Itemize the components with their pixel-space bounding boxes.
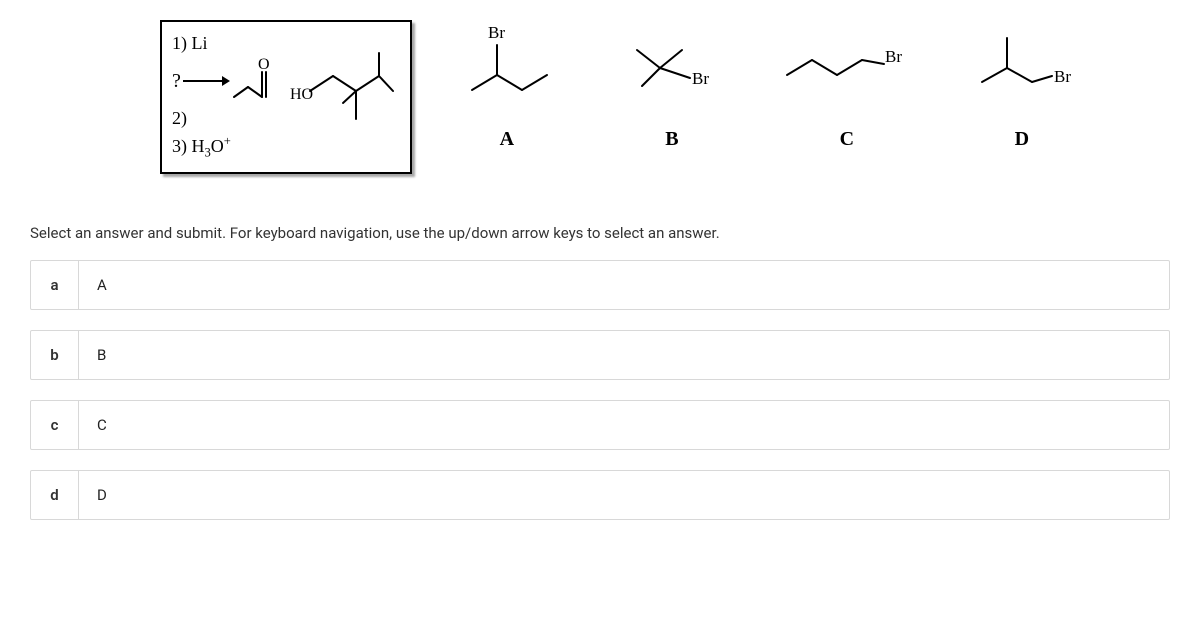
step1-label: 1) Li: [172, 30, 222, 57]
product-structure-icon: HO: [288, 41, 398, 151]
unknown-marker: ?: [172, 66, 181, 96]
answer-label: D: [79, 471, 107, 519]
structure-D-label: D: [1015, 128, 1029, 151]
structure-D: Br D: [952, 20, 1092, 151]
svg-text:Br: Br: [488, 23, 505, 42]
svg-text:O: O: [258, 57, 270, 73]
structure-A-label: A: [500, 128, 514, 151]
answer-label: C: [79, 401, 107, 449]
answer-key: d: [31, 471, 79, 519]
ho-label: HO: [290, 86, 313, 103]
answer-option-d[interactable]: d D: [30, 470, 1170, 520]
structure-B-icon: Br: [602, 20, 742, 120]
answer-option-a[interactable]: a A: [30, 260, 1170, 310]
structure-A-icon: Br: [442, 20, 572, 120]
answer-key: b: [31, 331, 79, 379]
step2-prefix: 2): [172, 108, 187, 128]
structure-A: Br A: [442, 20, 572, 151]
answer-option-c[interactable]: c C: [30, 400, 1170, 450]
structure-C: Br C: [772, 20, 922, 151]
structure-B-label: B: [665, 128, 678, 151]
structure-B: Br B: [602, 20, 742, 151]
svg-text:Br: Br: [885, 47, 902, 66]
instructions-text: Select an answer and submit. For keyboar…: [30, 224, 1170, 242]
reaction-box: 1) Li ? O: [160, 20, 412, 174]
svg-text:Br: Br: [1054, 67, 1071, 86]
reaction-steps: 1) Li ? O: [172, 30, 280, 162]
structure-D-icon: Br: [952, 20, 1092, 120]
question-diagram-row: 1) Li ? O: [160, 20, 1170, 174]
answer-key: c: [31, 401, 79, 449]
answer-key: a: [31, 261, 79, 309]
answer-list: a A b B c C d D: [30, 260, 1170, 520]
structure-C-icon: Br: [772, 20, 922, 120]
svg-text:Br: Br: [692, 69, 709, 88]
propanal-structure-icon: O: [230, 57, 280, 105]
step3-label: 3) H3O+: [172, 132, 280, 162]
answer-label: A: [79, 261, 107, 309]
reaction-arrow-icon: [183, 80, 228, 82]
answer-label: B: [79, 331, 106, 379]
structure-C-label: C: [840, 128, 854, 151]
answer-option-b[interactable]: b B: [30, 330, 1170, 380]
